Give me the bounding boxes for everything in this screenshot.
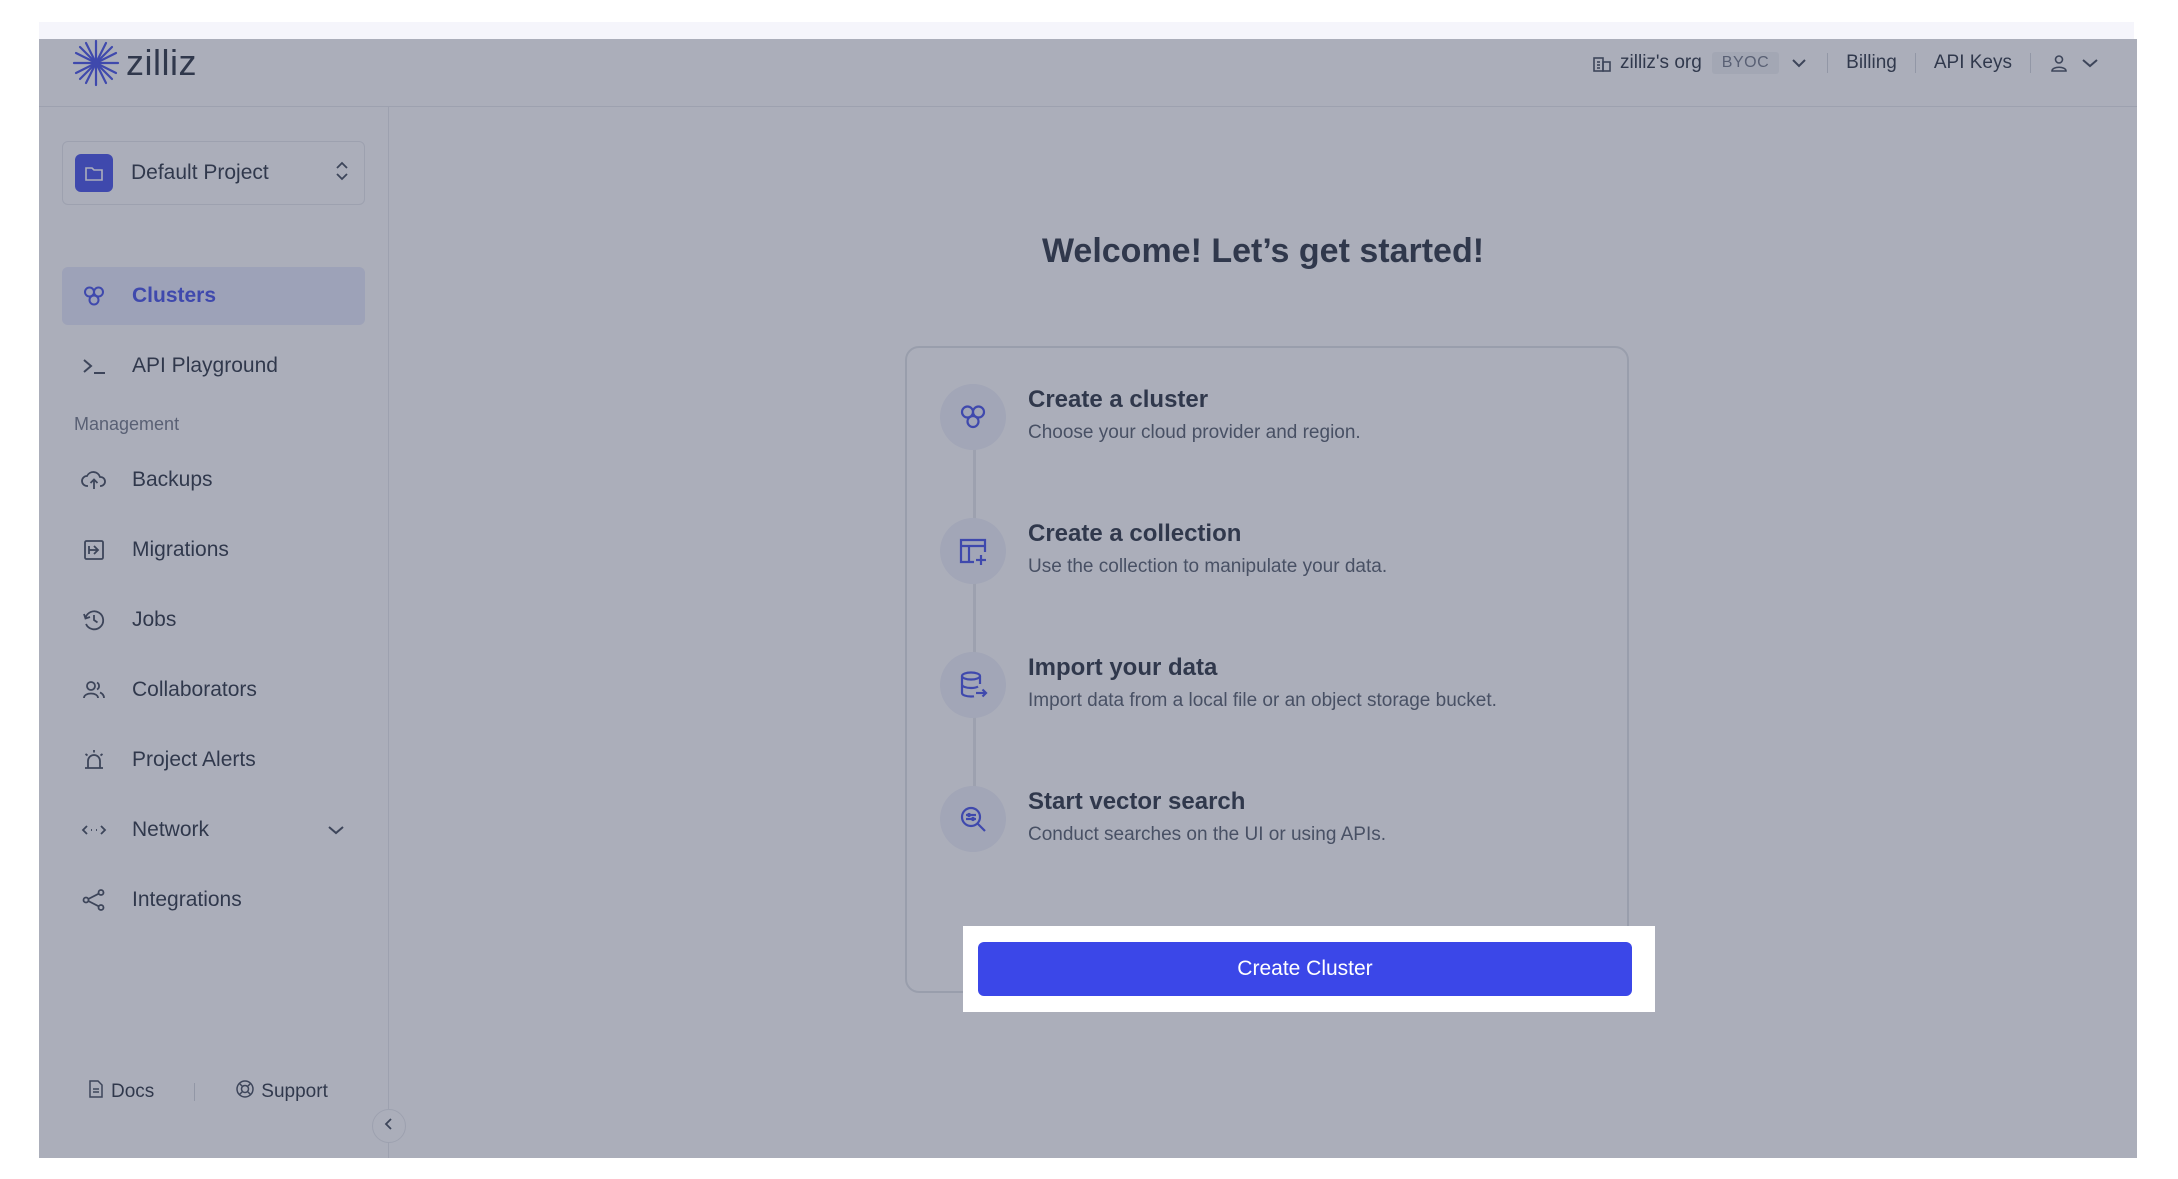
org-name: zilliz's org	[1620, 52, 1702, 73]
zilliz-logo[interactable]: zilliz	[72, 39, 197, 87]
network-icon	[80, 816, 108, 844]
org-switcher[interactable]: zilliz's org BYOC	[1592, 52, 1809, 74]
support-label: Support	[261, 1081, 328, 1102]
org-badge: BYOC	[1711, 52, 1780, 74]
step-import-data: Import your data Import data from a loca…	[940, 652, 1497, 718]
user-menu[interactable]	[2049, 53, 2101, 73]
sidebar-item-network[interactable]: Network	[62, 801, 365, 859]
folder-icon	[75, 154, 113, 192]
step-description: Conduct searches on the UI or using APIs…	[1028, 824, 1387, 845]
chevron-down-icon	[1789, 53, 1809, 73]
sidebar-item-collaborators[interactable]: Collaborators	[62, 661, 365, 719]
cloud-upload-icon	[80, 466, 108, 494]
highlight-spot: Create Cluster	[963, 926, 1655, 1012]
browser-top-strip	[39, 22, 2134, 39]
sidebar-item-label: Jobs	[132, 608, 177, 631]
top-header: zilliz zilliz's org BYOC Billing API Key…	[39, 39, 2137, 107]
chevron-down-icon	[325, 820, 347, 846]
users-icon	[80, 676, 108, 704]
step-title: Create a collection	[1028, 520, 1242, 547]
docs-label: Docs	[111, 1081, 155, 1102]
sidebar-item-integrations[interactable]: Integrations	[62, 871, 365, 929]
billing-link[interactable]: Billing	[1846, 52, 1897, 74]
docs-link[interactable]: Docs	[87, 1079, 154, 1105]
sidebar-item-label: Clusters	[132, 284, 217, 307]
clusters-icon	[940, 384, 1006, 450]
step-create-cluster: Create a cluster Choose your cloud provi…	[940, 384, 1361, 450]
header-divider	[1914, 53, 1916, 73]
project-name: Default Project	[131, 161, 269, 184]
step-title: Import your data	[1028, 654, 1218, 681]
sidebar-item-jobs[interactable]: Jobs	[62, 591, 365, 649]
sidebar-item-migrations[interactable]: Migrations	[62, 521, 365, 579]
sidebar-item-label: Migrations	[132, 538, 229, 561]
sidebar-item-label: Network	[132, 818, 210, 841]
sidebar-item-label: Backups	[132, 468, 213, 491]
header-divider	[1827, 53, 1829, 73]
terminal-icon	[80, 352, 108, 380]
brand-name: zilliz	[126, 42, 197, 83]
table-add-icon	[940, 518, 1006, 584]
sidebar-item-label: Collaborators	[132, 678, 257, 701]
step-title: Start vector search	[1028, 788, 1246, 815]
database-import-icon	[940, 652, 1006, 718]
sidebar-item-label: API Playground	[132, 354, 278, 377]
migration-icon	[80, 536, 108, 564]
support-link[interactable]: Support	[235, 1079, 328, 1105]
step-description: Choose your cloud provider and region.	[1028, 422, 1361, 443]
sidebar-item-clusters[interactable]: Clusters	[62, 267, 365, 325]
sidebar-item-project-alerts[interactable]: Project Alerts	[62, 731, 365, 789]
management-section-label: Management	[74, 414, 180, 434]
history-icon	[80, 606, 108, 634]
clusters-icon	[80, 282, 108, 310]
lifebuoy-icon	[235, 1079, 255, 1105]
zilliz-star-icon	[72, 39, 120, 87]
step-description: Import data from a local file or an obje…	[1028, 690, 1497, 711]
step-title: Create a cluster	[1028, 386, 1209, 413]
app-window: zilliz zilliz's org BYOC Billing API Key…	[39, 39, 2137, 1158]
sidebar-item-backups[interactable]: Backups	[62, 451, 365, 509]
project-selector[interactable]: Default Project	[62, 141, 365, 205]
sidebar-collapse-button[interactable]	[372, 1109, 406, 1143]
api-keys-link[interactable]: API Keys	[1934, 52, 2012, 74]
steps-connector-line	[973, 424, 976, 844]
sidebar: Default Project Clusters API Playground …	[39, 107, 389, 1158]
sidebar-item-label: Project Alerts	[132, 748, 256, 771]
header-actions: zilliz's org BYOC Billing API Keys	[1592, 39, 2101, 87]
building-icon	[1593, 57, 1611, 72]
sidebar-footer: Docs Support	[87, 1079, 328, 1105]
sidebar-item-label: Integrations	[132, 888, 242, 911]
step-create-collection: Create a collection Use the collection t…	[940, 518, 1387, 584]
vector-search-icon	[940, 786, 1006, 852]
alarm-icon	[80, 746, 108, 774]
share-icon	[80, 886, 108, 914]
welcome-title: Welcome! Let’s get started!	[1041, 232, 1485, 270]
chevron-left-icon	[382, 1117, 396, 1136]
user-icon	[2051, 55, 2067, 72]
chevron-down-icon	[2079, 53, 2101, 73]
footer-divider	[194, 1083, 196, 1101]
create-cluster-button[interactable]: Create Cluster	[978, 942, 1632, 996]
chevron-up-down-icon	[332, 159, 352, 188]
document-icon	[87, 1079, 105, 1105]
sidebar-item-api-playground[interactable]: API Playground	[62, 337, 365, 395]
step-vector-search: Start vector search Conduct searches on …	[940, 786, 1386, 852]
header-divider	[2030, 53, 2031, 73]
step-description: Use the collection to manipulate your da…	[1028, 556, 1388, 577]
getting-started-card: Create a cluster Choose your cloud provi…	[905, 346, 1629, 993]
